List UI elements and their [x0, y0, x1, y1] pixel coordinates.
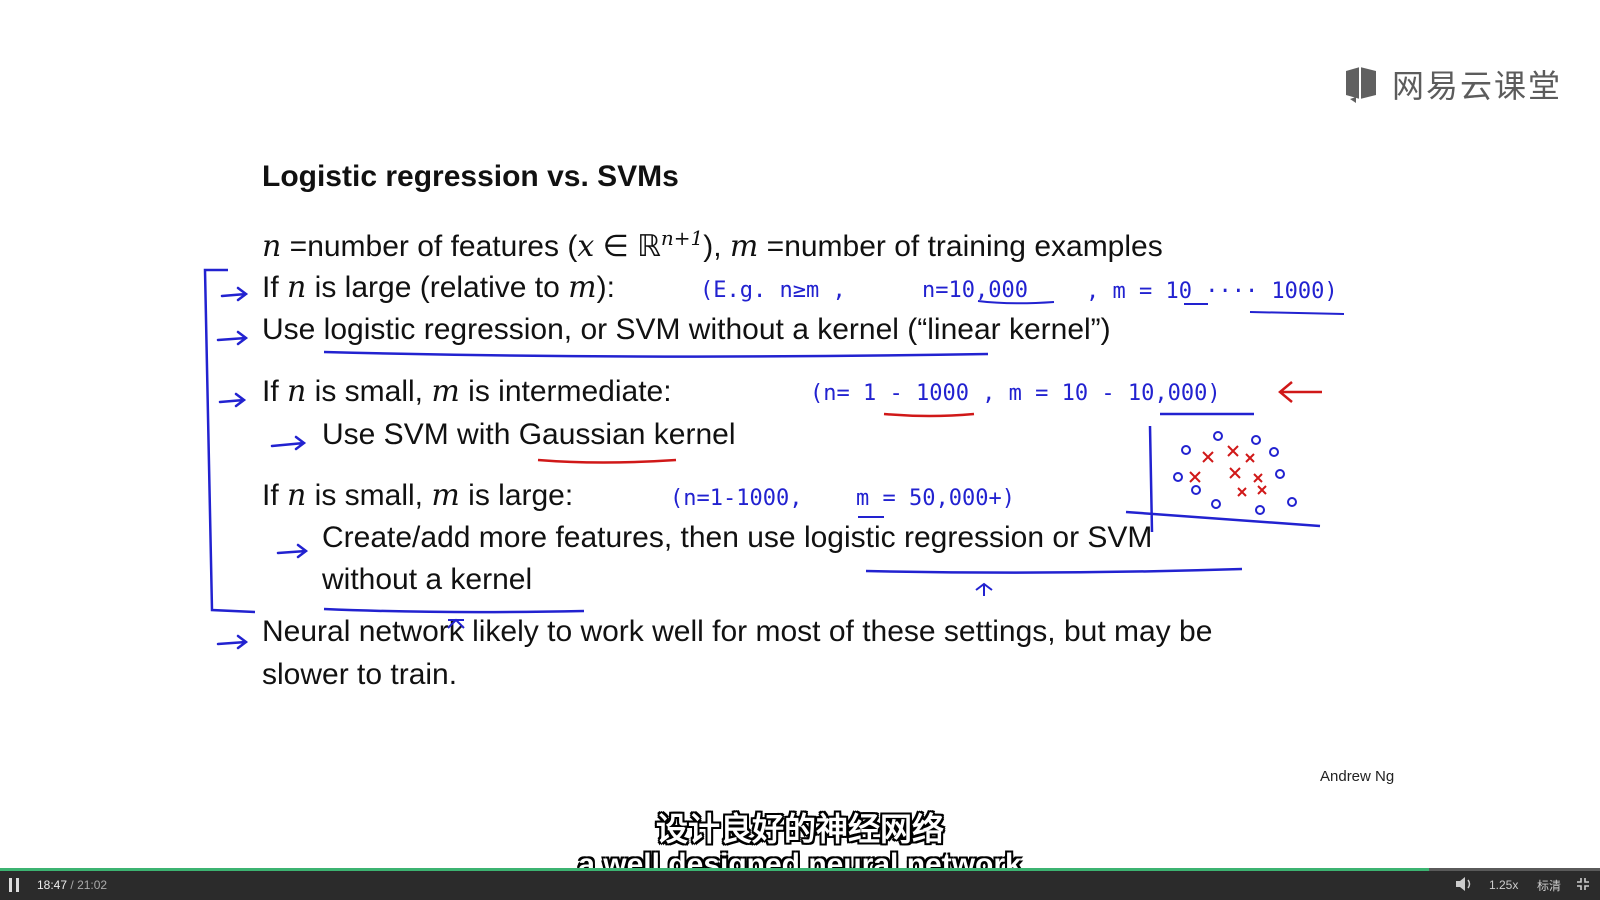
- note-eg: (E.g. n≥m ,: [700, 278, 846, 303]
- volume-icon[interactable]: [1455, 876, 1473, 892]
- definition-line: n =number of features (x ∈ ℝn+1), m =num…: [262, 226, 1163, 264]
- note-large-n: (n=1-1000,: [670, 486, 802, 511]
- recommendation-linear: Use logistic regression, or SVM without …: [262, 313, 1111, 346]
- red-arrow-ink: [1278, 381, 1322, 403]
- underline-gaussian: [537, 458, 677, 464]
- playback-speed-button[interactable]: 1.25x: [1489, 878, 1518, 892]
- exit-fullscreen-icon[interactable]: [1576, 877, 1590, 891]
- recommendation-add-features: Create/add more features, then use logis…: [322, 521, 1153, 554]
- neural-network-note: Neural network likely to work well for m…: [262, 615, 1213, 648]
- note-intermediate-ranges: (n= 1 - 1000 , m = 10 - 10,000): [810, 381, 1221, 406]
- progress-bar[interactable]: [0, 868, 1600, 871]
- case-n-large: If n is large (relative to m):: [262, 270, 615, 305]
- bracket-ink: [203, 268, 256, 614]
- scatter-o-points: [1173, 431, 1297, 515]
- progress-fill: [0, 868, 1429, 871]
- note-m-range: , m = 10 ···· 1000): [1086, 279, 1338, 304]
- underline-kernel: [323, 607, 585, 614]
- underline-linear: [323, 350, 989, 358]
- case-n-small-m-intermediate: If n is small, m is intermediate:: [262, 374, 672, 409]
- netease-cloud-classroom-logo: 网易云课堂: [1342, 64, 1563, 105]
- current-time: 18:47: [37, 878, 68, 892]
- time-display: 18:47 / 21:02: [37, 878, 107, 892]
- case-n-small-m-large: If n is small, m is large:: [262, 478, 574, 513]
- handwritten-annotations: (E.g. n≥m , n=10,000 , m = 10 ···· 1000)…: [203, 268, 1345, 650]
- scatter-x-points: [1189, 445, 1267, 497]
- recommendation-add-features-cont: without a kernel: [322, 563, 533, 596]
- underline-n-range: [883, 412, 975, 418]
- player-control-bar: [0, 868, 1600, 900]
- recommendation-gaussian: Use SVM with Gaussian kernel: [322, 418, 736, 451]
- logo-text: 网易云课堂: [1392, 67, 1563, 105]
- pause-button[interactable]: [9, 878, 21, 892]
- note-n-value: n=10,000: [922, 278, 1028, 303]
- slide-title: Logistic regression vs. SVMs: [262, 160, 679, 193]
- duration: 21:02: [77, 878, 108, 892]
- pause-icon: [9, 878, 12, 892]
- underline-logistic: [865, 567, 1243, 574]
- subtitle-english: a well designed neural network: [578, 850, 1022, 868]
- scatter-axes: [1125, 425, 1321, 533]
- book-logo-icon: [1346, 67, 1376, 103]
- quality-button[interactable]: 标清: [1537, 877, 1561, 894]
- note-large-m: m = 50,000+): [856, 486, 1015, 511]
- subtitle-chinese: 设计良好的神经网络: [655, 810, 944, 848]
- author-credit: Andrew Ng: [1320, 768, 1395, 785]
- time-separator: /: [70, 878, 74, 892]
- neural-network-note-cont: slower to train.: [262, 658, 458, 691]
